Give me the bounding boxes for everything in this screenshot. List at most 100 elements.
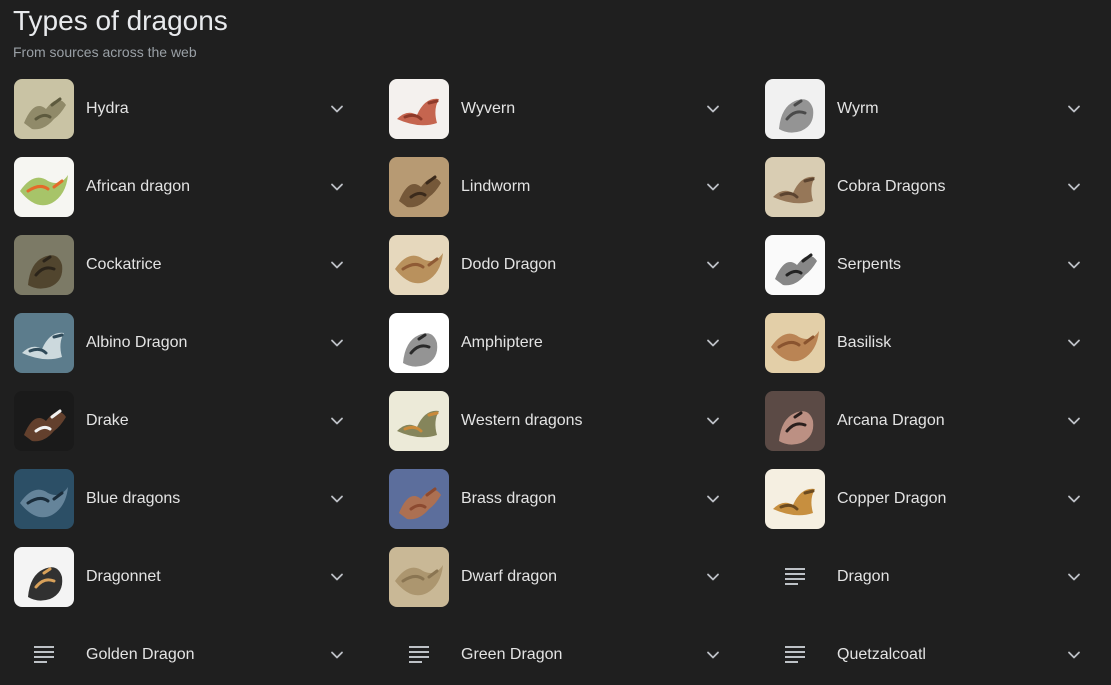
item-label: Cobra Dragons — [837, 178, 946, 195]
item-label: Quetzalcoatl — [837, 646, 926, 663]
list-item[interactable]: Cobra Dragons — [751, 148, 1111, 226]
item-label: Drake — [86, 412, 129, 429]
list-item[interactable]: Dwarf dragon — [375, 538, 751, 616]
item-label: Arcana Dragon — [837, 412, 945, 429]
chevron-down-icon[interactable] — [705, 257, 721, 273]
thumbnail-image — [389, 313, 449, 373]
item-label: Albino Dragon — [86, 334, 188, 351]
thumbnail-image — [389, 79, 449, 139]
item-label: Western dragons — [461, 412, 583, 429]
list-item[interactable]: African dragon — [0, 148, 375, 226]
item-label: Dwarf dragon — [461, 568, 558, 585]
list-lines-icon — [389, 625, 449, 685]
list-item[interactable]: Western dragons — [375, 382, 751, 460]
chevron-down-icon[interactable] — [329, 257, 345, 273]
chevron-down-icon[interactable] — [1066, 569, 1082, 585]
thumbnail-image — [14, 235, 74, 295]
list-item[interactable]: Cockatrice — [0, 226, 375, 304]
list-item[interactable]: Dragon — [751, 538, 1111, 616]
thumbnail-image — [765, 469, 825, 529]
list-item[interactable]: Brass dragon — [375, 460, 751, 538]
thumbnail-image — [389, 547, 449, 607]
list-item[interactable]: Albino Dragon — [0, 304, 375, 382]
chevron-down-icon[interactable] — [329, 101, 345, 117]
item-label: Golden Dragon — [86, 646, 195, 663]
thumbnail-image — [14, 469, 74, 529]
thumbnail-image — [14, 547, 74, 607]
chevron-down-icon[interactable] — [1066, 335, 1082, 351]
list-item[interactable]: Hydra — [0, 70, 375, 148]
page: Types of dragons From sources across the… — [0, 0, 1111, 685]
list-item[interactable]: Blue dragons — [0, 460, 375, 538]
chevron-down-icon[interactable] — [705, 569, 721, 585]
chevron-down-icon[interactable] — [329, 491, 345, 507]
thumbnail-image — [14, 313, 74, 373]
chevron-down-icon[interactable] — [705, 179, 721, 195]
item-label: Dodo Dragon — [461, 256, 557, 273]
chevron-down-icon[interactable] — [329, 647, 345, 663]
thumbnail-image — [389, 469, 449, 529]
item-label: Cockatrice — [86, 256, 162, 273]
chevron-down-icon[interactable] — [1066, 413, 1082, 429]
chevron-down-icon[interactable] — [329, 569, 345, 585]
item-label: Copper Dragon — [837, 490, 947, 507]
item-label: Wyrm — [837, 100, 879, 117]
chevron-down-icon[interactable] — [705, 491, 721, 507]
item-label: Serpents — [837, 256, 902, 273]
list-lines-icon — [14, 625, 74, 685]
chevron-down-icon[interactable] — [705, 335, 721, 351]
item-label: Basilisk — [837, 334, 892, 351]
list-item[interactable]: Lindworm — [375, 148, 751, 226]
thumbnail-image — [14, 157, 74, 217]
thumbnail-image — [389, 391, 449, 451]
list-item[interactable]: Basilisk — [751, 304, 1111, 382]
thumbnail-image — [389, 235, 449, 295]
page-title: Types of dragons — [13, 5, 228, 36]
thumbnail-image — [765, 391, 825, 451]
item-label: Dragonnet — [86, 568, 161, 585]
thumbnail-image — [765, 157, 825, 217]
dragon-types-grid: Hydra Wyvern Wyrm African dragon Lindworm Cob… — [0, 70, 1111, 685]
thumbnail-image — [765, 79, 825, 139]
chevron-down-icon[interactable] — [329, 413, 345, 429]
chevron-down-icon[interactable] — [1066, 101, 1082, 117]
item-label: Hydra — [86, 100, 129, 117]
thumbnail-image — [14, 79, 74, 139]
chevron-down-icon[interactable] — [705, 647, 721, 663]
list-item[interactable]: Serpents — [751, 226, 1111, 304]
list-lines-icon — [765, 625, 825, 685]
list-item[interactable]: Dragonnet — [0, 538, 375, 616]
list-item[interactable]: Quetzalcoatl — [751, 616, 1111, 685]
list-item[interactable]: Amphiptere — [375, 304, 751, 382]
item-label: African dragon — [86, 178, 191, 195]
chevron-down-icon[interactable] — [1066, 647, 1082, 663]
item-label: Brass dragon — [461, 490, 557, 507]
chevron-down-icon[interactable] — [1066, 179, 1082, 195]
chevron-down-icon[interactable] — [1066, 491, 1082, 507]
thumbnail-image — [765, 313, 825, 373]
page-subtitle: From sources across the web — [13, 44, 197, 60]
chevron-down-icon[interactable] — [1066, 257, 1082, 273]
item-label: Green Dragon — [461, 646, 563, 663]
list-lines-icon — [765, 547, 825, 607]
thumbnail-image — [765, 235, 825, 295]
list-item[interactable]: Wyvern — [375, 70, 751, 148]
list-item[interactable]: Arcana Dragon — [751, 382, 1111, 460]
chevron-down-icon[interactable] — [705, 413, 721, 429]
item-label: Lindworm — [461, 178, 531, 195]
thumbnail-image — [389, 157, 449, 217]
thumbnail-image — [14, 391, 74, 451]
chevron-down-icon[interactable] — [705, 101, 721, 117]
item-label: Wyvern — [461, 100, 516, 117]
item-label: Amphiptere — [461, 334, 543, 351]
list-item[interactable]: Golden Dragon — [0, 616, 375, 685]
list-item[interactable]: Dodo Dragon — [375, 226, 751, 304]
chevron-down-icon[interactable] — [329, 179, 345, 195]
list-item[interactable]: Copper Dragon — [751, 460, 1111, 538]
item-label: Blue dragons — [86, 490, 181, 507]
list-item[interactable]: Green Dragon — [375, 616, 751, 685]
list-item[interactable]: Wyrm — [751, 70, 1111, 148]
list-item[interactable]: Drake — [0, 382, 375, 460]
item-label: Dragon — [837, 568, 890, 585]
chevron-down-icon[interactable] — [329, 335, 345, 351]
